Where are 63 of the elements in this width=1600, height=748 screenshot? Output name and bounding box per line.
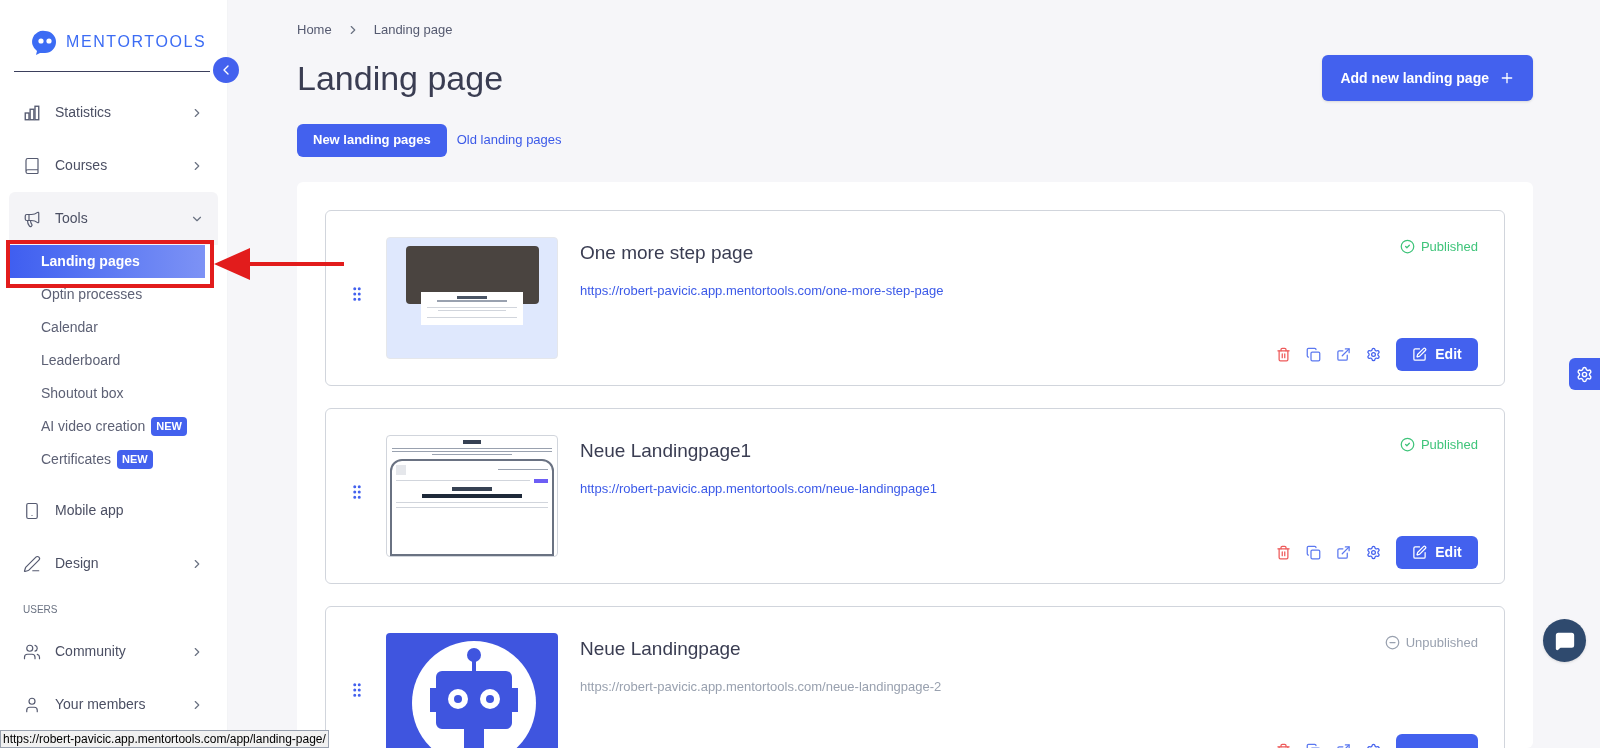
nav-item[interactable]: Tools <box>9 192 218 245</box>
smartphone-icon <box>23 501 41 520</box>
nav-item[interactable]: Mobile app <box>9 484 218 537</box>
nav-subitem[interactable]: Landing pages <box>9 245 205 278</box>
settings-icon[interactable] <box>1366 346 1381 362</box>
copy-icon[interactable] <box>1306 544 1321 560</box>
copy-icon[interactable] <box>1306 346 1321 362</box>
chat-button[interactable] <box>1543 619 1586 662</box>
delete-icon[interactable] <box>1276 346 1291 362</box>
page-url[interactable]: https://robert-pavicic.app.mentortools.com/one-more-step-page <box>580 281 1276 301</box>
check-circle-icon <box>1399 238 1415 254</box>
page-name: Neue Landingpage <box>580 636 742 661</box>
megaphone-icon <box>23 209 41 228</box>
breadcrumb-current: Landing page <box>373 21 453 39</box>
page-url[interactable]: https://robert-pavicic.app.mentortools.com/neue-landingpage1 <box>580 479 1276 499</box>
edit-icon <box>1412 346 1428 362</box>
nav-item[interactable]: Your members <box>9 678 218 731</box>
logo-placeholder <box>396 464 406 475</box>
settings-button[interactable] <box>1569 358 1600 390</box>
logo-icon <box>32 29 58 55</box>
breadcrumb-link[interactable]: Home <box>297 20 332 40</box>
page-title: Landing page <box>297 57 504 99</box>
new-badge: NEW <box>151 417 187 436</box>
nav-subitem[interactable]: AI video creation <box>9 416 146 437</box>
logo-text: MENTORTOOLS <box>66 32 207 52</box>
edit-icon <box>1412 544 1428 560</box>
nav-subitem[interactable]: Shoutout box <box>9 383 124 404</box>
nav-item[interactable]: Community <box>9 625 218 678</box>
minus-circle-icon <box>1384 634 1400 650</box>
delete-icon[interactable] <box>1276 544 1291 560</box>
nav-item[interactable]: Statistics <box>9 86 218 139</box>
check-circle-icon <box>1399 436 1415 452</box>
edit-button[interactable]: Edit <box>1396 337 1478 371</box>
status-bar-url: https://robert-pavicic.app.mentortools.com/app/landing-page/ <box>0 730 329 748</box>
settings-icon <box>1576 365 1593 383</box>
section-label: USERS <box>22 603 59 617</box>
nav-item[interactable]: Design <box>9 537 218 590</box>
status-label: Published <box>1399 434 1478 454</box>
user-icon <box>23 695 41 714</box>
add-landing-page-button[interactable]: Add new landing page <box>1322 55 1533 101</box>
collapse-sidebar-button[interactable] <box>213 57 239 83</box>
nav-item[interactable]: Courses <box>9 139 218 192</box>
external-link-icon[interactable] <box>1336 346 1351 362</box>
new-badge: NEW <box>117 450 153 469</box>
chat-icon <box>1554 630 1575 651</box>
status-label: Published <box>1399 236 1478 256</box>
nav-subitem[interactable]: Certificates <box>9 449 112 470</box>
bar-chart-icon <box>23 103 41 122</box>
tab[interactable]: Old landing pages <box>456 123 562 157</box>
settings-icon[interactable] <box>1366 544 1381 560</box>
book-icon <box>23 156 41 175</box>
page-name: One more step page <box>580 240 755 265</box>
nav-subitem[interactable]: Leaderboard <box>9 350 121 371</box>
pencil-icon <box>23 554 41 573</box>
external-link-icon[interactable] <box>1336 544 1351 560</box>
status-label: Unpublished <box>1384 632 1478 652</box>
edit-button[interactable]: Edit <box>1396 535 1478 569</box>
nav-subitem[interactable]: Calendar <box>9 317 98 338</box>
page-name: Neue Landingpage1 <box>580 438 753 463</box>
nav-subitem[interactable]: Optin processes <box>9 284 143 305</box>
tab[interactable]: New landing pages <box>297 123 447 157</box>
users-icon <box>23 642 41 661</box>
plus-icon <box>1499 70 1515 86</box>
